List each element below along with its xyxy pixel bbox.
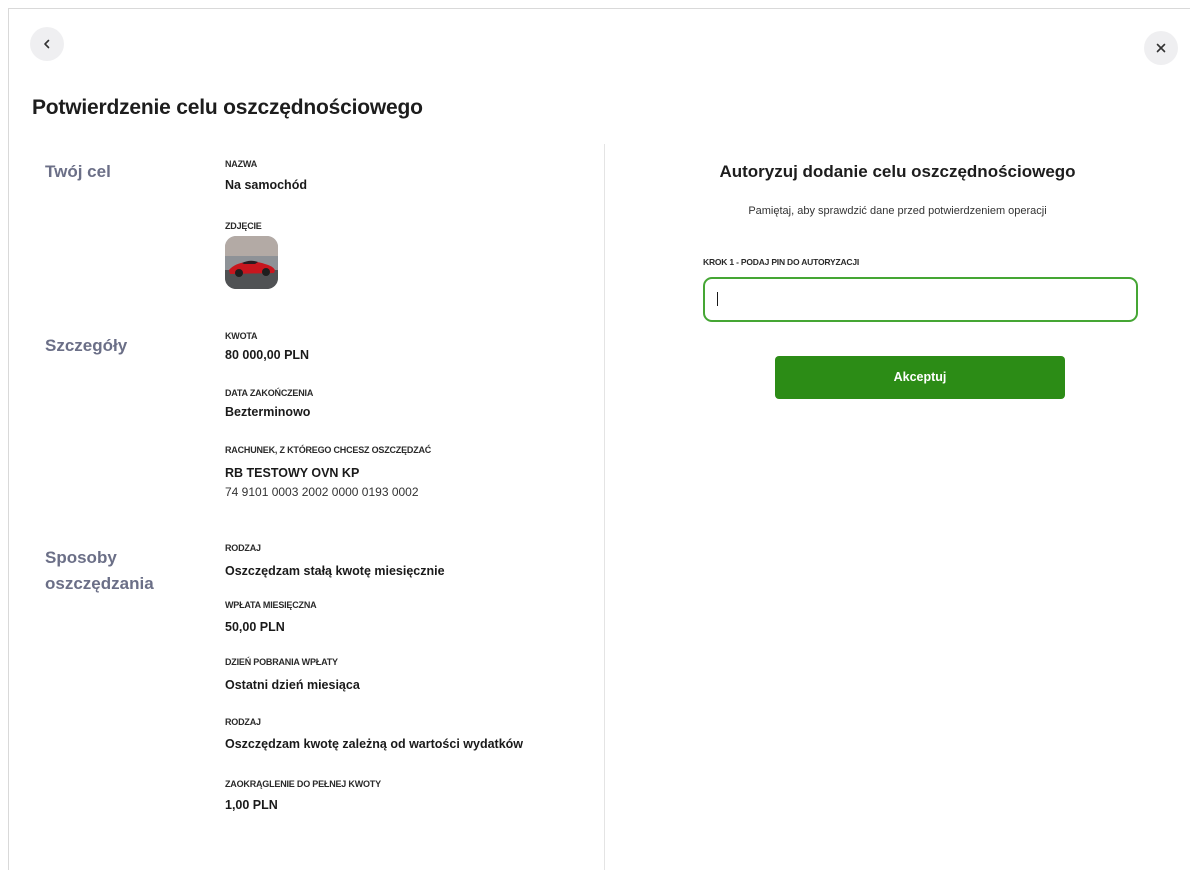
pin-input[interactable]: [703, 277, 1138, 322]
close-button[interactable]: [1144, 31, 1178, 65]
payment-day-label: DZIEŃ POBRANIA WPŁATY: [225, 657, 338, 667]
method1-type-value: Oszczędzam stałą kwotę miesięcznie: [225, 564, 445, 578]
text-caret: [717, 292, 718, 306]
goal-name-label: NAZWA: [225, 159, 257, 169]
amount-value: 80 000,00 PLN: [225, 348, 310, 362]
goal-photo-label: ZDJĘCIE: [225, 221, 262, 231]
monthly-payment-label: WPŁATA MIESIĘCZNA: [225, 600, 317, 610]
account-number: 74 9101 0003 2002 0000 0193 0002: [225, 485, 419, 499]
column-divider: [604, 144, 605, 870]
rounding-label: ZAOKRĄGLENIE DO PEŁNEJ KWOTY: [225, 779, 381, 789]
back-button[interactable]: [30, 27, 64, 61]
car-image: [225, 236, 278, 289]
dialog-frame: [8, 8, 1190, 870]
auth-subtitle: Pamiętaj, aby sprawdzić dane przed potwi…: [748, 205, 1047, 217]
accept-button[interactable]: Akceptuj: [775, 356, 1065, 399]
amount-label: KWOTA: [225, 331, 258, 341]
section-heading-methods-line1: Sposoby: [45, 548, 117, 567]
goal-name-value: Na samochód: [225, 178, 307, 192]
rounding-value: 1,00 PLN: [225, 798, 278, 812]
method2-type-value: Oszczędzam kwotę zależną od wartości wyd…: [225, 737, 524, 751]
auth-title: Autoryzuj dodanie celu oszczędnościowego: [719, 162, 1076, 181]
chevron-left-icon: [44, 39, 50, 49]
end-date-label: DATA ZAKOŃCZENIA: [225, 388, 314, 398]
payment-day-value: Ostatni dzień miesiąca: [225, 678, 360, 692]
section-heading-details: Szczegóły: [45, 336, 128, 355]
goal-photo: [225, 236, 278, 289]
page-title: Potwierdzenie celu oszczędnościowego: [32, 96, 423, 119]
method2-type-label: RODZAJ: [225, 717, 261, 727]
pin-label: KROK 1 - PODAJ PIN DO AUTORYZACJI: [703, 257, 860, 267]
account-name: RB TESTOWY OVN KP: [225, 466, 360, 480]
section-heading-goal: Twój cel: [45, 162, 111, 181]
account-label: RACHUNEK, Z KTÓREGO CHCESZ OSZCZĘDZAĆ: [225, 445, 432, 455]
end-date-value: Bezterminowo: [225, 405, 311, 419]
method1-type-label: RODZAJ: [225, 543, 261, 553]
section-heading-methods-line2: oszczędzania: [45, 574, 154, 593]
monthly-payment-value: 50,00 PLN: [225, 620, 285, 634]
close-icon: [1156, 43, 1166, 53]
